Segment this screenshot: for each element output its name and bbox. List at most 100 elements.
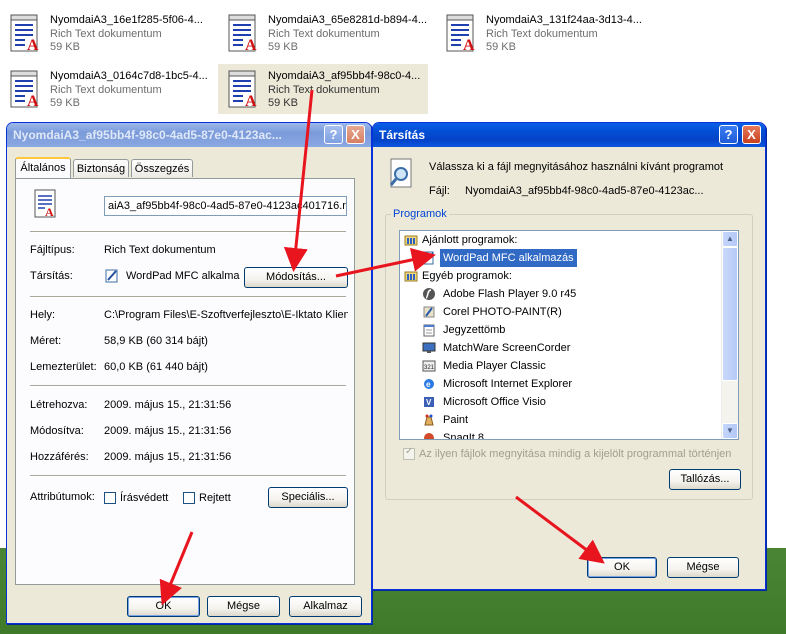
- program-label: SnagIt 8: [443, 432, 484, 440]
- scroll-thumb[interactable]: [722, 247, 738, 381]
- file-type: Rich Text dokumentum: [268, 84, 380, 96]
- program-list[interactable]: Ajánlott programok: WordPad MFC alkalmaz…: [399, 230, 739, 440]
- close-button[interactable]: X: [742, 125, 761, 144]
- tab-security[interactable]: Biztonság: [73, 159, 129, 177]
- program-list-scrollbar[interactable]: ▲ ▼: [721, 231, 738, 439]
- cancel-button[interactable]: Mégse: [667, 557, 739, 578]
- program-item[interactable]: Jegyzettömb: [400, 321, 722, 339]
- tab-general[interactable]: Általános: [15, 157, 71, 178]
- wordpad-icon: [422, 251, 434, 265]
- corel-icon: [423, 306, 435, 318]
- program-item[interactable]: SnagIt 8: [400, 429, 722, 440]
- filetype-label: Fájltípus:: [30, 244, 75, 256]
- program-label: Jegyzettömb: [443, 324, 506, 336]
- list-header-other: Egyéb programok:: [400, 267, 722, 285]
- filename-field[interactable]: aiA3_af95bb4f-98c0-4ad5-87e0-4123ac40171…: [104, 196, 347, 216]
- program-label: Media Player Classic: [443, 360, 546, 372]
- location-value: C:\Program Files\E-Szoftverfejleszto\E-I…: [104, 309, 348, 321]
- recommended-header: Ajánlott programok:: [422, 234, 518, 246]
- folder-icon: [404, 271, 418, 282]
- scroll-down-icon[interactable]: ▼: [722, 423, 738, 439]
- file-name: NyomdaiA3_65e8281d-b894-4...: [268, 14, 428, 26]
- properties-dialog: NyomdaiA3_af95bb4f-98c0-4ad5-87e0-4123ac…: [6, 122, 372, 624]
- paint-icon: [424, 414, 434, 426]
- scroll-up-icon[interactable]: ▲: [722, 231, 738, 247]
- file-item[interactable]: A NyomdaiA3_65e8281d-b894-4... Rich Text…: [218, 8, 428, 58]
- program-label: Adobe Flash Player 9.0 r45: [443, 288, 577, 300]
- file-name: NyomdaiA3_131f24aa-3d13-4...: [486, 14, 642, 26]
- rtf-file-icon: A: [228, 70, 257, 110]
- help-button[interactable]: ?: [324, 125, 343, 144]
- file-item[interactable]: A NyomdaiA3_0164c7d8-1bc5-4... Rich Text…: [0, 64, 210, 114]
- program-item[interactable]: e Microsoft Internet Explorer: [400, 375, 722, 393]
- general-panel: A aiA3_af95bb4f-98c0-4ad5-87e0-4123ac401…: [15, 178, 355, 585]
- divider: [30, 385, 346, 387]
- instruction-text: Válassza ki a fájl megnyitásához használ…: [429, 161, 724, 173]
- properties-title: NyomdaiA3_af95bb4f-98c0-4ad5-87e0-4123ac…: [7, 123, 371, 147]
- program-item-selected[interactable]: WordPad MFC alkalmazás: [400, 249, 722, 267]
- open-with-title: Társítás: [373, 123, 765, 147]
- always-use-label: Az ilyen fájlok megnyitása mindig a kije…: [419, 448, 732, 460]
- file-item[interactable]: A NyomdaiA3_16e1f285-5f06-4... Rich Text…: [0, 8, 210, 58]
- file-size: 59 KB: [50, 41, 80, 53]
- ok-button[interactable]: OK: [587, 557, 657, 578]
- program-item[interactable]: V Microsoft Office Visio: [400, 393, 722, 411]
- disk-label: Lemezterület:: [30, 361, 97, 373]
- modified-label: Módosítva:: [30, 425, 84, 437]
- file-item-selected[interactable]: A NyomdaiA3_af95bb4f-98c0-4... Rich Text…: [218, 64, 428, 114]
- program-label: Paint: [443, 414, 469, 426]
- disk-value: 60,0 KB (61 440 bájt): [104, 361, 208, 373]
- svg-text:A: A: [27, 37, 39, 54]
- snagit-icon: [424, 433, 434, 439]
- check-icon: ✓: [405, 446, 414, 457]
- created-label: Létrehozva:: [30, 399, 88, 411]
- file-type: Rich Text dokumentum: [50, 84, 162, 96]
- rtf-file-icon: A: [34, 189, 56, 219]
- file-size: 59 KB: [486, 41, 516, 53]
- size-value: 58,9 KB (60 314 bájt): [104, 335, 208, 347]
- other-header: Egyéb programok:: [422, 270, 512, 282]
- svg-text:e: e: [426, 380, 431, 389]
- file-item[interactable]: A NyomdaiA3_131f24aa-3d13-4... Rich Text…: [436, 8, 646, 58]
- advanced-button[interactable]: Speciális...: [268, 487, 348, 508]
- flash-player-icon: [423, 288, 435, 300]
- program-item[interactable]: Paint: [400, 411, 722, 429]
- apply-button[interactable]: Alkalmaz: [289, 596, 362, 617]
- cancel-button[interactable]: Mégse: [207, 596, 280, 617]
- accessed-value: 2009. május 15., 21:31:56: [104, 451, 232, 463]
- change-button[interactable]: Módosítás...: [244, 267, 348, 288]
- wordpad-icon: [105, 269, 118, 283]
- file-label: Fájl:: [429, 185, 450, 197]
- program-item[interactable]: Adobe Flash Player 9.0 r45: [400, 285, 722, 303]
- accessed-label: Hozzáférés:: [30, 451, 89, 463]
- folder-icon: [404, 235, 418, 246]
- close-button[interactable]: X: [346, 125, 365, 144]
- divider: [30, 296, 346, 298]
- divider: [30, 231, 346, 233]
- program-label: Microsoft Internet Explorer: [443, 378, 572, 390]
- rtf-file-icon: A: [10, 70, 39, 110]
- created-value: 2009. május 15., 21:31:56: [104, 399, 232, 411]
- hidden-label: Rejtett: [199, 492, 231, 504]
- help-button[interactable]: ?: [719, 125, 738, 144]
- always-use-checkbox[interactable]: ✓: [403, 446, 415, 460]
- divider: [30, 475, 346, 477]
- ok-button[interactable]: OK: [127, 596, 200, 617]
- program-item[interactable]: Corel PHOTO-PAINT(R): [400, 303, 722, 321]
- file-name: NyomdaiA3_0164c7d8-1bc5-4...: [50, 70, 208, 82]
- file-name: NyomdaiA3_af95bb4f-98c0-4...: [268, 70, 421, 82]
- file-name: NyomdaiA3_16e1f285-5f06-4...: [50, 14, 203, 26]
- hidden-checkbox[interactable]: [183, 492, 195, 504]
- open-with-dialog: Társítás ? X Válassza ki a fájl megnyitá…: [372, 122, 766, 590]
- program-item[interactable]: MatchWare ScreenCorder: [400, 339, 722, 357]
- program-label: Microsoft Office Visio: [443, 396, 546, 408]
- readonly-checkbox[interactable]: [104, 492, 116, 504]
- readonly-label: Írásvédett: [120, 492, 169, 504]
- svg-text:A: A: [27, 93, 39, 110]
- tab-summary[interactable]: Összegzés: [131, 159, 193, 177]
- filetype-value: Rich Text dokumentum: [104, 244, 216, 256]
- rtf-file-icon: A: [10, 14, 39, 54]
- file-size: 59 KB: [268, 97, 298, 109]
- program-item[interactable]: 321 Media Player Classic: [400, 357, 722, 375]
- browse-button[interactable]: Tallózás...: [669, 469, 741, 490]
